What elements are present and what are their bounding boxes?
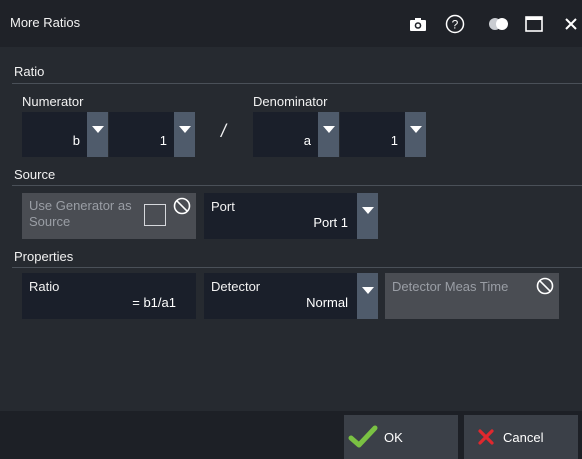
section-source-label: Source: [14, 167, 56, 182]
detector-value: Normal: [306, 295, 348, 310]
ratio-field-label: Ratio: [29, 279, 60, 294]
denominator-port-value: 1: [390, 133, 398, 148]
section-properties-label: Properties: [14, 249, 74, 264]
denominator-wave-select[interactable]: a: [253, 112, 339, 157]
ok-label: OK: [384, 429, 403, 445]
numerator-port-value: 1: [159, 133, 167, 148]
detector-meas-time-field: Detector Meas Time: [385, 273, 559, 319]
numerator-wave-value: b: [72, 133, 80, 148]
divider: [12, 185, 582, 186]
port-value: Port 1: [313, 215, 348, 230]
maximize-icon[interactable]: [520, 10, 548, 38]
toggle-icon[interactable]: [485, 10, 513, 38]
disabled-icon: [173, 197, 191, 218]
chevron-down-icon[interactable]: [405, 112, 426, 157]
numerator-wave-select[interactable]: b: [22, 112, 108, 157]
chevron-down-icon[interactable]: [318, 112, 339, 157]
svg-text:?: ?: [452, 18, 459, 32]
numerator-label: Numerator: [22, 94, 84, 109]
use-generator-toggle: Use Generator as Source: [22, 193, 196, 239]
denominator-port-select[interactable]: 1: [340, 112, 426, 157]
numerator-port-select[interactable]: 1: [109, 112, 195, 157]
close-icon[interactable]: [557, 10, 582, 38]
use-generator-label: Use Generator as Source: [29, 198, 132, 229]
check-icon: [348, 425, 378, 449]
camera-icon[interactable]: [404, 10, 432, 38]
cancel-label: Cancel: [503, 429, 544, 445]
use-generator-checkbox: [144, 204, 166, 226]
title-bar: More Ratios ?: [0, 0, 582, 47]
disabled-icon: [536, 277, 554, 298]
denominator-wave-value: a: [303, 133, 311, 148]
chevron-down-icon[interactable]: [174, 112, 195, 157]
chevron-down-icon[interactable]: [87, 112, 108, 157]
divider: [12, 83, 582, 84]
denominator-label: Denominator: [253, 94, 328, 109]
cross-icon: [478, 429, 494, 445]
chevron-down-icon[interactable]: [357, 193, 378, 239]
divider: [12, 267, 582, 268]
dialog-title: More Ratios: [10, 15, 81, 30]
ratio-field-value: = b1/a1: [132, 295, 176, 310]
detector-meas-time-label: Detector Meas Time: [392, 279, 509, 294]
port-label: Port: [211, 199, 235, 214]
help-icon[interactable]: ?: [441, 10, 469, 38]
chevron-down-icon[interactable]: [357, 273, 378, 319]
ratio-separator: /: [221, 121, 227, 141]
port-select[interactable]: Port Port 1: [204, 193, 378, 239]
ratio-field[interactable]: Ratio = b1/a1: [22, 273, 196, 319]
cancel-button[interactable]: Cancel: [464, 415, 578, 459]
detector-select[interactable]: Detector Normal: [204, 273, 378, 319]
section-ratio-label: Ratio: [14, 64, 45, 79]
detector-label: Detector: [211, 279, 261, 294]
ok-button[interactable]: OK: [344, 415, 458, 459]
